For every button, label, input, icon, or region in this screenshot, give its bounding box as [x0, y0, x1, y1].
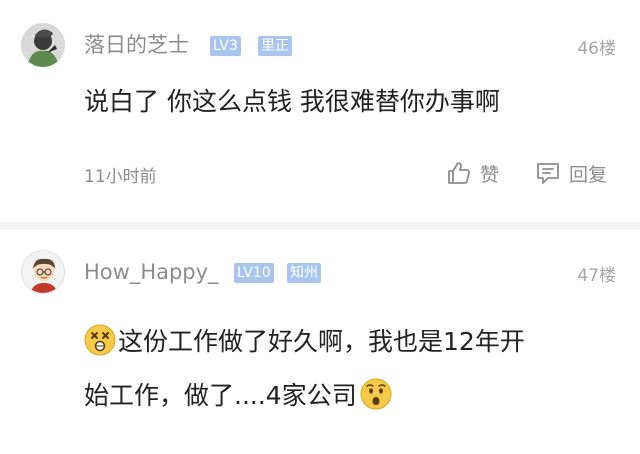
thumbs-up-icon — [448, 162, 470, 184]
comment-item: 落日的芝士 LV3 里正 46楼 说白了 你这么点钱 我很难替你办事啊 11小时… — [0, 0, 640, 222]
comment-thread: 落日的芝士 LV3 里正 46楼 说白了 你这么点钱 我很难替你办事啊 11小时… — [0, 0, 640, 454]
anguished-face-icon — [360, 378, 392, 410]
like-label: 赞 — [480, 163, 500, 186]
level-badge: LV3 — [210, 36, 241, 56]
avatar-image — [21, 23, 65, 67]
floor-number: 46楼 — [577, 39, 616, 59]
comment-item: How_Happy_ LV10 知州 47楼 这份工作做了好久啊，我也是12年开… — [0, 230, 640, 454]
dizzy-face-icon — [84, 324, 116, 356]
timestamp: 11小时前 — [84, 167, 157, 187]
reply-button[interactable]: 回复 — [535, 157, 607, 189]
comment-text: 这份工作做了好久啊，我也是12年开 始工作，做了....4家公司 — [84, 315, 525, 423]
title-badge: 里正 — [258, 36, 292, 56]
title-badge: 知州 — [287, 263, 321, 283]
floor-number: 47楼 — [577, 266, 616, 286]
comment-line-text: 始工作，做了....4家公司 — [84, 381, 357, 410]
avatar[interactable] — [21, 23, 65, 67]
username[interactable]: How_Happy_ — [84, 260, 219, 284]
comment-line: 始工作，做了....4家公司 — [84, 369, 525, 423]
like-button[interactable]: 赞 — [446, 157, 499, 189]
speech-bubble-icon — [537, 163, 559, 184]
avatar-image — [22, 251, 64, 293]
level-badge: LV10 — [234, 263, 274, 283]
comment-line: 这份工作做了好久啊，我也是12年开 — [84, 315, 525, 369]
divider — [0, 222, 640, 230]
reply-label: 回复 — [569, 163, 608, 186]
username[interactable]: 落日的芝士 — [84, 33, 189, 57]
avatar[interactable] — [21, 250, 65, 294]
comment-text: 说白了 你这么点钱 我很难替你办事啊 — [84, 87, 500, 116]
comment-line-text: 这份工作做了好久啊，我也是12年开 — [118, 327, 525, 356]
